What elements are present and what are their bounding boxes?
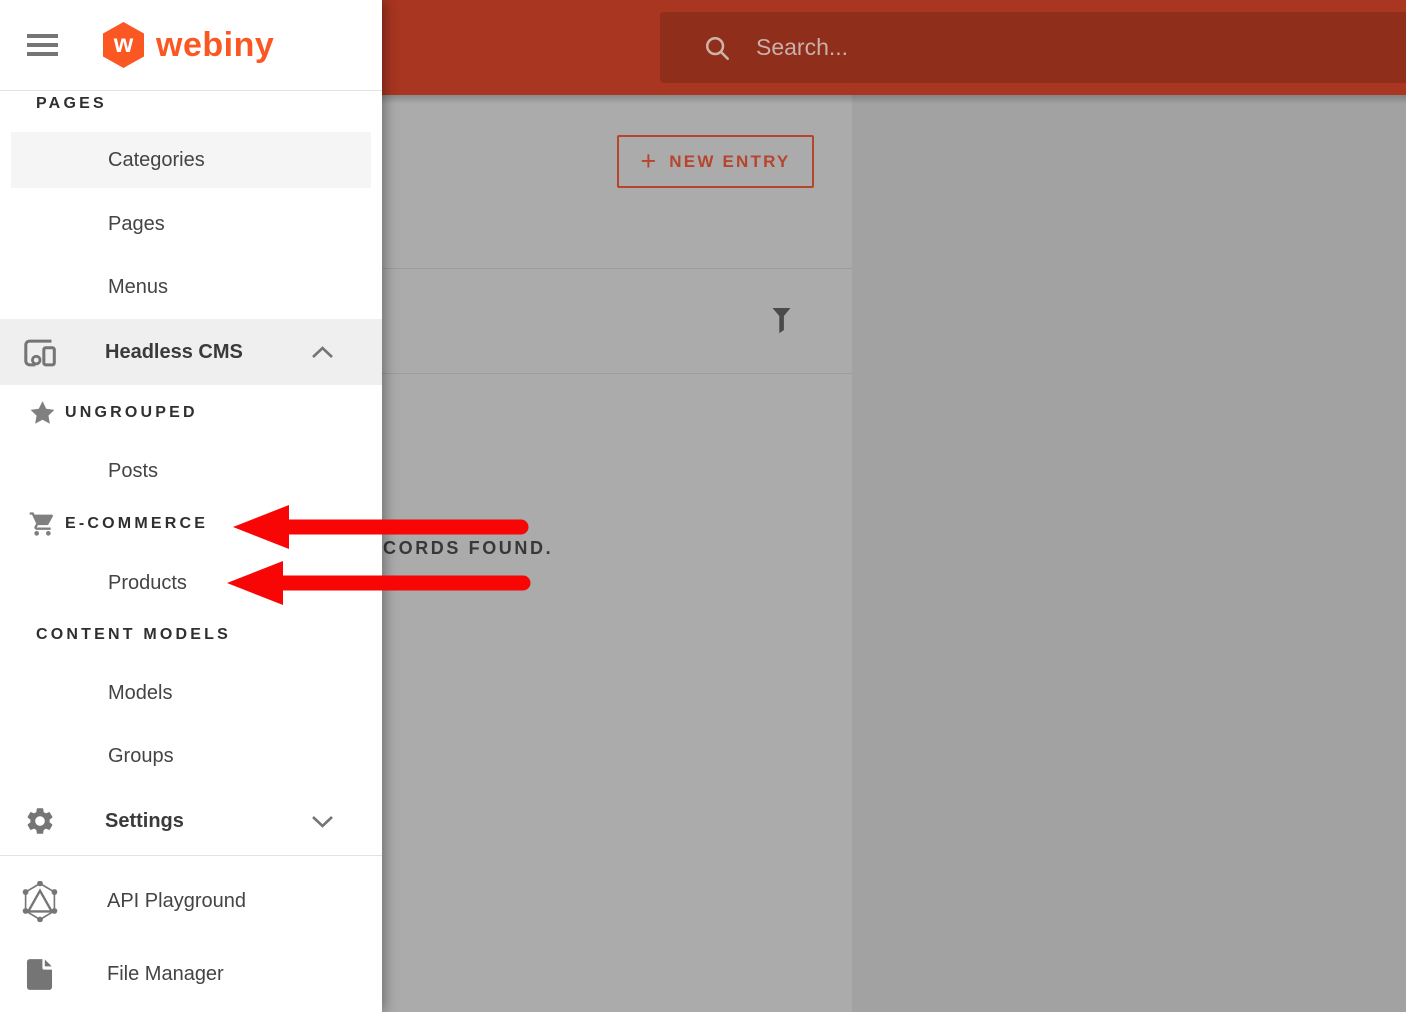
search-input[interactable]	[756, 34, 1276, 61]
sidebar-item-file-manager[interactable]: File Manager	[0, 946, 382, 1002]
page-background-dimmed[interactable]	[852, 95, 1406, 1012]
sidebar-group-headless-cms[interactable]: Headless CMS	[0, 319, 382, 385]
empty-records-message: CORDS FOUND.	[383, 538, 553, 559]
chevron-down-icon	[311, 815, 334, 828]
sidebar-item-products[interactable]: Products	[0, 555, 382, 611]
sidebar-section-pages: PAGES	[0, 90, 382, 118]
sidebar-item-posts[interactable]: Posts	[0, 443, 382, 499]
file-icon	[26, 958, 53, 991]
cart-icon	[28, 510, 57, 538]
sidebar-item-categories[interactable]: Categories	[11, 132, 371, 188]
gear-icon	[24, 805, 56, 837]
drawer-divider	[0, 855, 382, 856]
navigation-drawer: w webiny PAGES Categories Pages Menus He…	[0, 0, 382, 1012]
chevron-up-icon	[311, 346, 334, 359]
filter-icon[interactable]	[772, 307, 791, 335]
menu-icon[interactable]	[27, 34, 58, 56]
search-icon	[702, 33, 732, 63]
sidebar-section-ecommerce: E-COMMERCE	[0, 509, 382, 539]
new-entry-button[interactable]: + NEW ENTRY	[617, 135, 814, 188]
plus-icon: +	[641, 148, 657, 175]
sidebar-group-settings[interactable]: Settings	[0, 790, 382, 852]
webiny-hexagon-icon: w	[103, 22, 144, 68]
sidebar-item-menus[interactable]: Menus	[0, 259, 382, 315]
devices-icon	[22, 336, 60, 369]
sidebar-item-models[interactable]: Models	[0, 665, 382, 721]
sidebar-item-groups[interactable]: Groups	[0, 728, 382, 784]
sidebar-section-content-models: CONTENT MODELS	[0, 620, 382, 650]
drawer-header: w webiny	[0, 0, 382, 91]
webiny-logo: w webiny	[103, 22, 274, 68]
star-icon	[28, 399, 57, 427]
sidebar-item-pages[interactable]: Pages	[0, 196, 382, 252]
sidebar-section-ungrouped: UNGROUPED	[0, 398, 382, 428]
graphql-icon	[22, 881, 58, 922]
global-search[interactable]	[660, 12, 1406, 83]
sidebar-item-api-playground[interactable]: API Playground	[0, 873, 382, 929]
webiny-wordmark: webiny	[156, 26, 274, 65]
